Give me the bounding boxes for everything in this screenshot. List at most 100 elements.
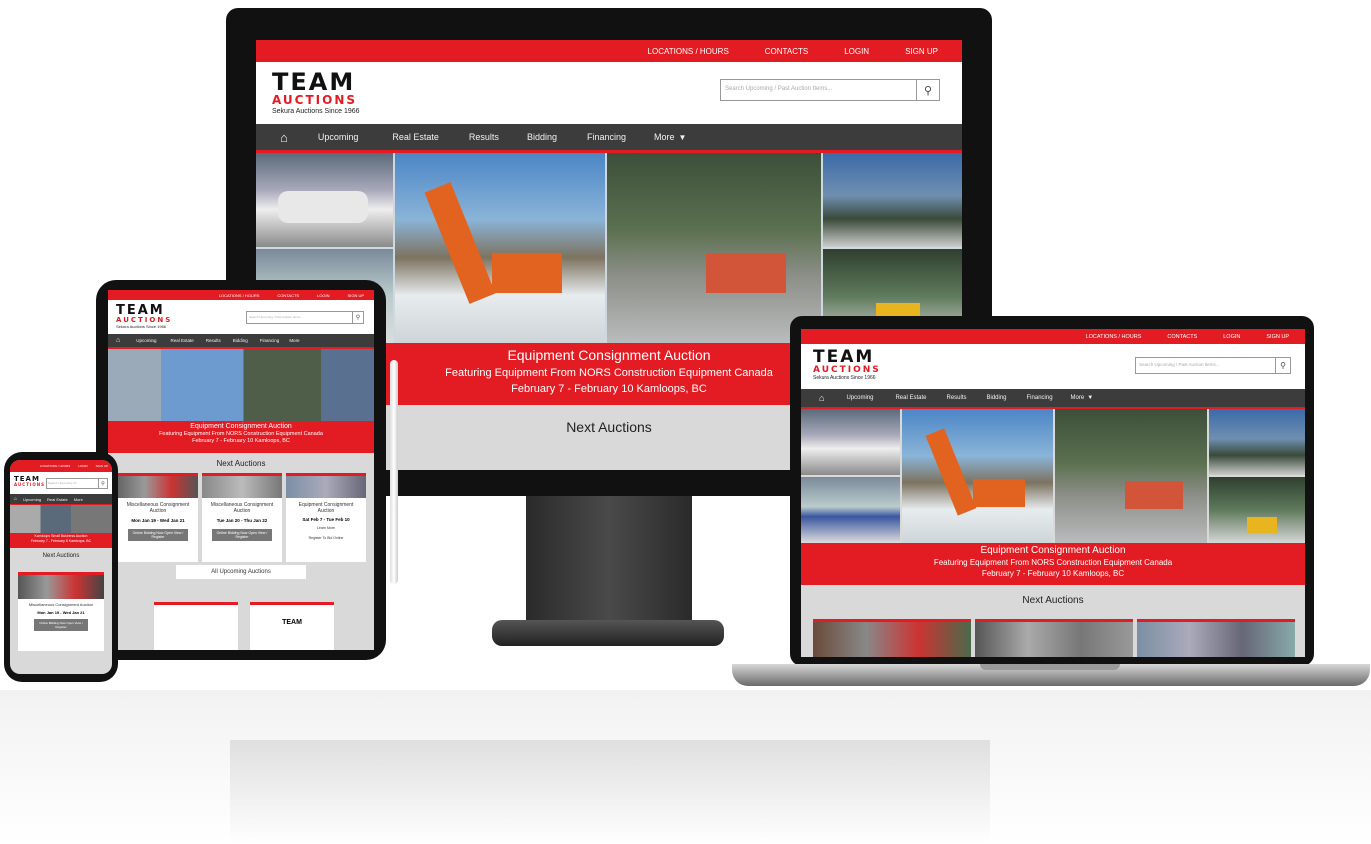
laptop-search-box[interactable]: Search Upcoming / Past Auction Items... …: [1135, 357, 1291, 374]
tablet-auction-card-3[interactable]: Equipment Consignment Auction Sat Feb 7 …: [286, 473, 366, 562]
tablet-search-box[interactable]: Search Upcoming / Past Auction Items... …: [246, 311, 364, 324]
phone-header: TEAM AUCTIONS Search Upcoming / P... ⚲: [10, 472, 112, 494]
nav-upcoming[interactable]: Upcoming: [318, 132, 359, 142]
phone-signup-link[interactable]: SIGN UP: [96, 464, 108, 468]
phone-logo[interactable]: TEAM AUCTIONS: [14, 476, 45, 487]
tablet-card-3-button[interactable]: Learn More: [286, 526, 366, 530]
phone-banner-title: Kamloops Small Business Auction: [34, 534, 88, 538]
laptop-nav-more[interactable]: More: [1071, 395, 1085, 401]
signup-link[interactable]: SIGN UP: [905, 47, 938, 56]
laptop-banner[interactable]: Equipment Consignment Auction Featuring …: [801, 543, 1305, 585]
nav-financing[interactable]: Financing: [587, 132, 626, 142]
monitor-reflection: [230, 740, 990, 844]
contacts-link[interactable]: CONTACTS: [765, 47, 808, 56]
excavator-cab: [492, 253, 562, 293]
phone-hero-gallery: [10, 505, 112, 533]
phone-locations-link[interactable]: LOCATIONS / HOURS: [40, 464, 70, 468]
nav-results[interactable]: Results: [469, 132, 499, 142]
tablet-card-2-button[interactable]: Online Bidding Now Open View / Register: [212, 529, 272, 541]
tablet-nav-real-estate[interactable]: Real Estate: [171, 338, 194, 343]
tablet-search-input[interactable]: Search Upcoming / Past Auction Items...: [247, 312, 352, 323]
tablet-nav: ⌂ Upcoming Real Estate Results Bidding F…: [108, 334, 374, 349]
tablet-contacts-link[interactable]: CONTACTS: [277, 293, 299, 298]
laptop-logo-team: TEAM: [813, 347, 875, 367]
login-link[interactable]: LOGIN: [844, 47, 869, 56]
phone-banner[interactable]: Kamloops Small Business Auction February…: [10, 533, 112, 548]
phone-search-icon[interactable]: ⚲: [98, 479, 107, 488]
laptop-logo[interactable]: TEAM AUCTIONS Sekura Auctions Since 1966: [813, 349, 881, 381]
laptop-nav-upcoming[interactable]: Upcoming: [846, 395, 873, 401]
phone-top-bar: LOCATIONS / HOURS LOGIN SIGN UP: [10, 460, 112, 472]
tablet-nav-bidding[interactable]: Bidding: [233, 338, 248, 343]
laptop-header: TEAM AUCTIONS Sekura Auctions Since 1966…: [801, 344, 1305, 389]
tablet-locations-link[interactable]: LOCATIONS / HOURS: [219, 293, 260, 298]
laptop-auction-card-3[interactable]: [1137, 619, 1295, 657]
tablet-hero-gallery: [108, 349, 374, 421]
tablet-flyer-2-logo: TEAM: [282, 619, 302, 626]
logo-tagline: Sekura Auctions Since 1966: [272, 108, 360, 115]
laptop-home-icon[interactable]: ⌂: [819, 393, 824, 403]
search-icon[interactable]: ⚲: [916, 80, 939, 100]
laptop-locations-link[interactable]: LOCATIONS / HOURS: [1086, 334, 1142, 340]
laptop-signup-link[interactable]: SIGN UP: [1266, 334, 1289, 340]
laptop-notch: [980, 664, 1120, 670]
laptop-nav-financing[interactable]: Financing: [1027, 395, 1053, 401]
tablet-nav-financing[interactable]: Financing: [260, 338, 280, 343]
tablet-flyer-1[interactable]: [154, 602, 238, 650]
phone-next-auctions-heading: Next Auctions: [42, 553, 80, 559]
phone-card-button[interactable]: Online Bidding Now Open View / Register: [34, 619, 88, 631]
chevron-down-icon: ▼: [678, 132, 687, 142]
tablet-all-upcoming-button[interactable]: All Upcoming Auctions: [176, 565, 306, 579]
tablet-card-3-button2[interactable]: Register To Bid Online: [286, 536, 366, 540]
tablet-nav-upcoming[interactable]: Upcoming: [136, 338, 156, 343]
phone-login-link[interactable]: LOGIN: [78, 464, 87, 468]
tablet-card-2-dates: Tue Jan 20 - Thu Jan 22: [216, 518, 268, 523]
tablet-flyer-2[interactable]: TEAM: [250, 602, 334, 650]
tablet-search-icon[interactable]: ⚲: [352, 312, 363, 323]
laptop-auction-card-2[interactable]: [975, 619, 1133, 657]
search-box[interactable]: Search Upcoming / Past Auction Items... …: [720, 79, 940, 101]
laptop-login-link[interactable]: LOGIN: [1223, 334, 1240, 340]
laptop-photo-excavator: [902, 409, 1053, 543]
laptop-auction-card-1[interactable]: [813, 619, 971, 657]
tablet-top-bar: LOCATIONS / HOURS CONTACTS LOGIN SIGN UP: [108, 290, 374, 300]
laptop-contacts-link[interactable]: CONTACTS: [1167, 334, 1197, 340]
tablet-logo-tagline: Sekura Auctions Since 1966: [116, 324, 167, 329]
phone-home-icon[interactable]: ⌂: [14, 496, 17, 502]
tablet-nav-more[interactable]: More: [289, 338, 299, 343]
tablet-banner[interactable]: Equipment Consignment Auction Featuring …: [108, 421, 374, 453]
phone-search-input[interactable]: Search Upcoming / P...: [47, 479, 98, 488]
laptop-banner-subtitle: Featuring Equipment From NORS Constructi…: [933, 558, 1173, 567]
tablet-card-3-title: Equipment Consignment Auction: [298, 502, 354, 514]
tablet-nav-results[interactable]: Results: [206, 338, 221, 343]
tablet-banner-subtitle: Featuring Equipment From NORS Constructi…: [159, 431, 323, 437]
phone-auction-card[interactable]: Miscellaneous Consignment Auction Mon Ja…: [18, 572, 104, 651]
search-input[interactable]: Search Upcoming / Past Auction Items...: [721, 80, 916, 100]
logo[interactable]: TEAM AUCTIONS Sekura Auctions Since 1966: [272, 70, 360, 115]
laptop-banner-title: Equipment Consignment Auction: [980, 545, 1126, 556]
laptop-search-icon[interactable]: ⚲: [1275, 358, 1290, 373]
tablet-login-link[interactable]: LOGIN: [317, 293, 329, 298]
phone-nav-more[interactable]: More: [74, 497, 83, 502]
tablet-auction-card-2[interactable]: Miscellaneous Consignment Auction Tue Ja…: [202, 473, 282, 562]
laptop-nav-bidding[interactable]: Bidding: [987, 395, 1007, 401]
laptop-next-auctions-heading: Next Auctions: [1022, 595, 1084, 606]
tablet-home-icon[interactable]: ⌂: [116, 337, 120, 344]
phone-search-box[interactable]: Search Upcoming / P... ⚲: [46, 478, 108, 489]
nav-more[interactable]: More: [654, 132, 675, 142]
locations-link[interactable]: LOCATIONS / HOURS: [648, 47, 729, 56]
phone-nav-real-estate[interactable]: Real Estate: [47, 497, 68, 502]
nav-real-estate[interactable]: Real Estate: [392, 132, 439, 142]
tablet-logo[interactable]: TEAM AUCTIONS Sekura Auctions Since 1966: [116, 304, 172, 329]
tablet-signup-link[interactable]: SIGN UP: [348, 293, 364, 298]
nav-bidding[interactable]: Bidding: [527, 132, 557, 142]
tablet-auction-card-1[interactable]: Miscellaneous Consignment Auction Mon Ja…: [118, 473, 198, 562]
phone-nav-upcoming[interactable]: Upcoming: [23, 497, 41, 502]
home-icon[interactable]: ⌂: [280, 130, 288, 145]
laptop-nav-real-estate[interactable]: Real Estate: [895, 395, 926, 401]
laptop-nav-results[interactable]: Results: [946, 395, 966, 401]
laptop-logo-tagline: Sekura Auctions Since 1966: [813, 375, 876, 381]
laptop-search-input[interactable]: Search Upcoming / Past Auction Items...: [1136, 358, 1275, 373]
photo-green-machine: [823, 153, 962, 247]
tablet-card-1-button[interactable]: Online Bidding Now Open View / Register: [128, 529, 188, 541]
